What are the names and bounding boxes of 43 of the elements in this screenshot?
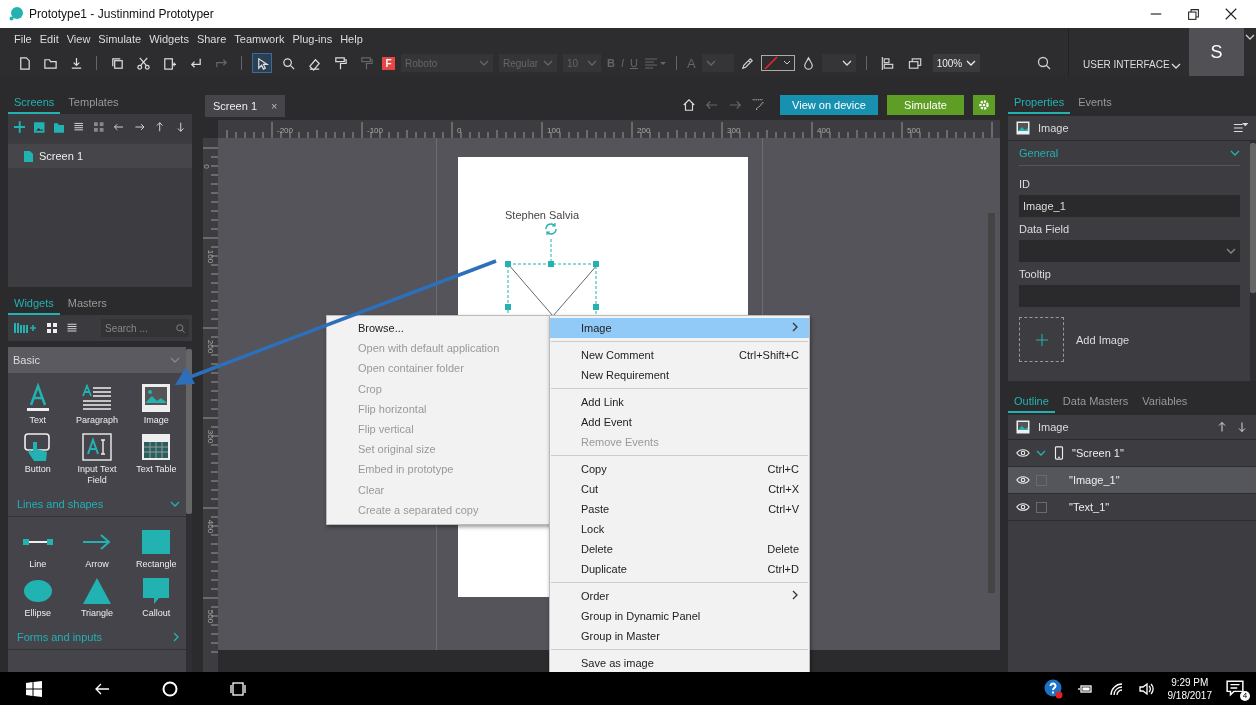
section-title: General [1019, 147, 1059, 159]
field-label: ID [1019, 178, 1031, 190]
ruler-label: -200 [277, 126, 293, 135]
ruler-label: 400 [206, 519, 216, 534]
ruler-label: 0 [457, 126, 462, 135]
ruler-label: 100 [547, 126, 561, 135]
ruler-label: 200 [637, 126, 651, 135]
ruler-label: 300 [206, 429, 216, 444]
field-label: Tooltip [1019, 268, 1052, 280]
ruler-label: 300 [727, 126, 741, 135]
widget-label: Line [28, 559, 48, 570]
widget-label: Paragraph [74, 415, 119, 426]
window-title: Prototype1 - Justinmind Prototyper [29, 7, 214, 21]
outline-label: "Screen 1" [1072, 447, 1124, 459]
widget-label: Button [23, 464, 52, 475]
widget-label: Input Text Field [76, 464, 118, 486]
outline-label: "Text_1" [1069, 501, 1110, 513]
ruler-label: 500 [907, 126, 921, 135]
properties-title: Image [1038, 122, 1069, 134]
tab-label: Screen 1 [213, 100, 258, 112]
widget-label: Triangle [79, 608, 115, 619]
widget-label: Image [142, 415, 170, 426]
ruler-label: 0 [201, 164, 211, 169]
widget-label: Callout [141, 608, 172, 619]
ruler-label: 100 [206, 249, 216, 264]
notification-count: 4 [1240, 690, 1250, 701]
outline-label: "Image_1" [1069, 474, 1120, 486]
category-title: Lines and shapes [17, 498, 104, 510]
widget-label: Ellipse [23, 608, 52, 619]
outline-title: Image [1038, 421, 1069, 433]
category-title: Forms and inputs [17, 631, 102, 643]
add-image-label: Add Image [1076, 333, 1130, 346]
widget-label: Rectangle [135, 559, 178, 570]
widget-label: Text [28, 415, 47, 426]
ruler-label: 200 [206, 339, 216, 354]
ruler-label: 500 [206, 609, 216, 624]
ruler-label: 400 [817, 126, 831, 135]
ruler-label: -100 [367, 126, 383, 135]
widget-label: Arrow [84, 559, 110, 570]
widget-label: Text Table [135, 464, 178, 475]
font-badge: F [382, 56, 395, 70]
field-label: Data Field [1019, 223, 1071, 235]
category-title: Basic [13, 354, 40, 366]
